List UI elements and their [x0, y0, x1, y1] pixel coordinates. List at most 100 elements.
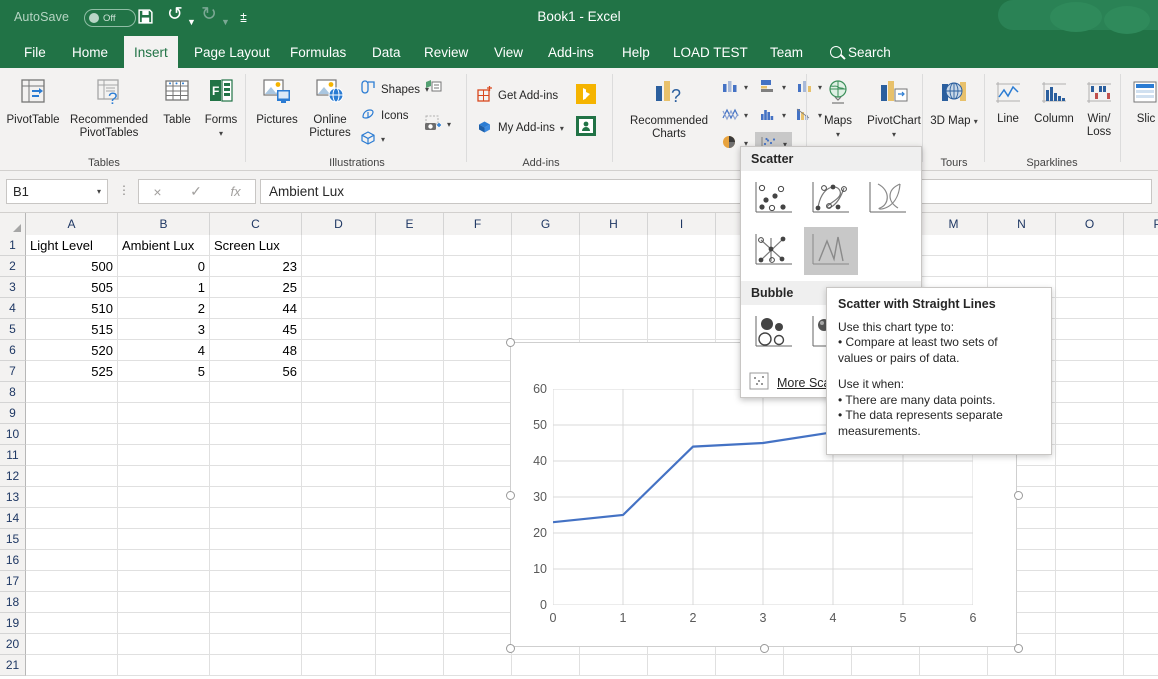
cell-A19[interactable] [26, 613, 118, 634]
cell-H4[interactable] [580, 298, 648, 319]
column-header-N[interactable]: N [988, 213, 1056, 235]
cell-D15[interactable] [302, 529, 376, 550]
cell-C20[interactable] [210, 634, 302, 655]
cell-F10[interactable] [444, 424, 512, 445]
cell-G21[interactable] [512, 655, 580, 676]
cell-D9[interactable] [302, 403, 376, 424]
cell-I4[interactable] [648, 298, 716, 319]
cell-D20[interactable] [302, 634, 376, 655]
cell-F18[interactable] [444, 592, 512, 613]
row-header-4[interactable]: 4 [0, 298, 26, 319]
cell-C5[interactable]: 45 [210, 319, 302, 340]
cell-E19[interactable] [376, 613, 444, 634]
cell-B4[interactable]: 2 [118, 298, 210, 319]
cell-F8[interactable] [444, 382, 512, 403]
row-header-14[interactable]: 14 [0, 508, 26, 529]
cell-A3[interactable]: 505 [26, 277, 118, 298]
cell-E11[interactable] [376, 445, 444, 466]
my-add-ins-button[interactable]: My Add-ins ▾ [476, 118, 564, 138]
cell-B12[interactable] [118, 466, 210, 487]
cell-E10[interactable] [376, 424, 444, 445]
row-header-6[interactable]: 6 [0, 340, 26, 361]
screenshot-dropdown-caret-icon[interactable]: ▾ [447, 120, 451, 129]
cell-P15[interactable] [1124, 529, 1158, 550]
cell-H21[interactable] [580, 655, 648, 676]
search-box[interactable]: Search [820, 36, 901, 68]
stock-chart-button[interactable]: ▾ [721, 106, 748, 125]
bing-maps-button[interactable] [576, 84, 596, 107]
cell-C8[interactable] [210, 382, 302, 403]
select-all-corner[interactable] [0, 213, 26, 235]
histogram-chart-dropdown-caret-icon[interactable]: ▾ [782, 111, 786, 120]
cell-P17[interactable] [1124, 571, 1158, 592]
row-header-5[interactable]: 5 [0, 319, 26, 340]
cell-C14[interactable] [210, 508, 302, 529]
cell-A17[interactable] [26, 571, 118, 592]
cell-B14[interactable] [118, 508, 210, 529]
cell-C7[interactable]: 56 [210, 361, 302, 382]
pivotchart-button[interactable]: PivotChart ▾ [862, 78, 926, 141]
people-graph-button[interactable] [576, 116, 596, 139]
cell-D2[interactable] [302, 256, 376, 277]
ribbon-tab-home[interactable]: Home [62, 36, 118, 68]
formula-input[interactable]: Ambient Lux [260, 179, 1152, 204]
cell-E16[interactable] [376, 550, 444, 571]
cell-C10[interactable] [210, 424, 302, 445]
cell-O1[interactable] [1056, 235, 1124, 256]
column-header-H[interactable]: H [580, 213, 648, 235]
cell-P13[interactable] [1124, 487, 1158, 508]
cell-F13[interactable] [444, 487, 512, 508]
cell-B21[interactable] [118, 655, 210, 676]
cell-E18[interactable] [376, 592, 444, 613]
cell-A4[interactable]: 510 [26, 298, 118, 319]
column-header-D[interactable]: D [302, 213, 376, 235]
cell-O15[interactable] [1056, 529, 1124, 550]
cell-A14[interactable] [26, 508, 118, 529]
bar-chart-dropdown-caret-icon[interactable]: ▾ [782, 83, 786, 92]
cell-A12[interactable] [26, 466, 118, 487]
pivottable-button[interactable]: PivotTable [4, 77, 62, 127]
cell-O7[interactable] [1056, 361, 1124, 382]
row-header-7[interactable]: 7 [0, 361, 26, 382]
cell-D14[interactable] [302, 508, 376, 529]
ribbon-tab-page-layout[interactable]: Page Layout [184, 36, 280, 68]
cell-M21[interactable] [920, 655, 988, 676]
cell-A7[interactable]: 525 [26, 361, 118, 382]
gallery-item-scatter-with-straight-lines-and-markers[interactable] [747, 227, 800, 275]
cell-E7[interactable] [376, 361, 444, 382]
cell-E6[interactable] [376, 340, 444, 361]
cell-A1[interactable]: Light Level [26, 235, 118, 256]
row-header-17[interactable]: 17 [0, 571, 26, 592]
cell-O13[interactable] [1056, 487, 1124, 508]
row-header-13[interactable]: 13 [0, 487, 26, 508]
cell-D8[interactable] [302, 382, 376, 403]
cell-F14[interactable] [444, 508, 512, 529]
cell-E15[interactable] [376, 529, 444, 550]
column-header-M[interactable]: M [920, 213, 988, 235]
cell-F6[interactable] [444, 340, 512, 361]
column-header-A[interactable]: A [26, 213, 118, 235]
cell-E4[interactable] [376, 298, 444, 319]
histogram-chart-button[interactable]: ▾ [759, 106, 786, 125]
row-header-20[interactable]: 20 [0, 634, 26, 655]
cell-I1[interactable] [648, 235, 716, 256]
cell-O21[interactable] [1056, 655, 1124, 676]
cell-O19[interactable] [1056, 613, 1124, 634]
cell-O5[interactable] [1056, 319, 1124, 340]
cell-O16[interactable] [1056, 550, 1124, 571]
column-header-F[interactable]: F [444, 213, 512, 235]
cell-B17[interactable] [118, 571, 210, 592]
cell-B1[interactable]: Ambient Lux [118, 235, 210, 256]
3d-models-dropdown-caret-icon[interactable]: ▾ [381, 135, 385, 144]
3d-map-button[interactable]: 3D Map ▾ [929, 78, 979, 128]
row-header-2[interactable]: 2 [0, 256, 26, 277]
cell-F21[interactable] [444, 655, 512, 676]
cell-D5[interactable] [302, 319, 376, 340]
cell-D19[interactable] [302, 613, 376, 634]
cell-P14[interactable] [1124, 508, 1158, 529]
cell-C4[interactable]: 44 [210, 298, 302, 319]
chart-handle-middle-left[interactable] [506, 491, 515, 500]
bar-chart-button[interactable]: ▾ [759, 78, 786, 97]
cell-I5[interactable] [648, 319, 716, 340]
ribbon-tab-add-ins[interactable]: Add-ins [538, 36, 604, 68]
